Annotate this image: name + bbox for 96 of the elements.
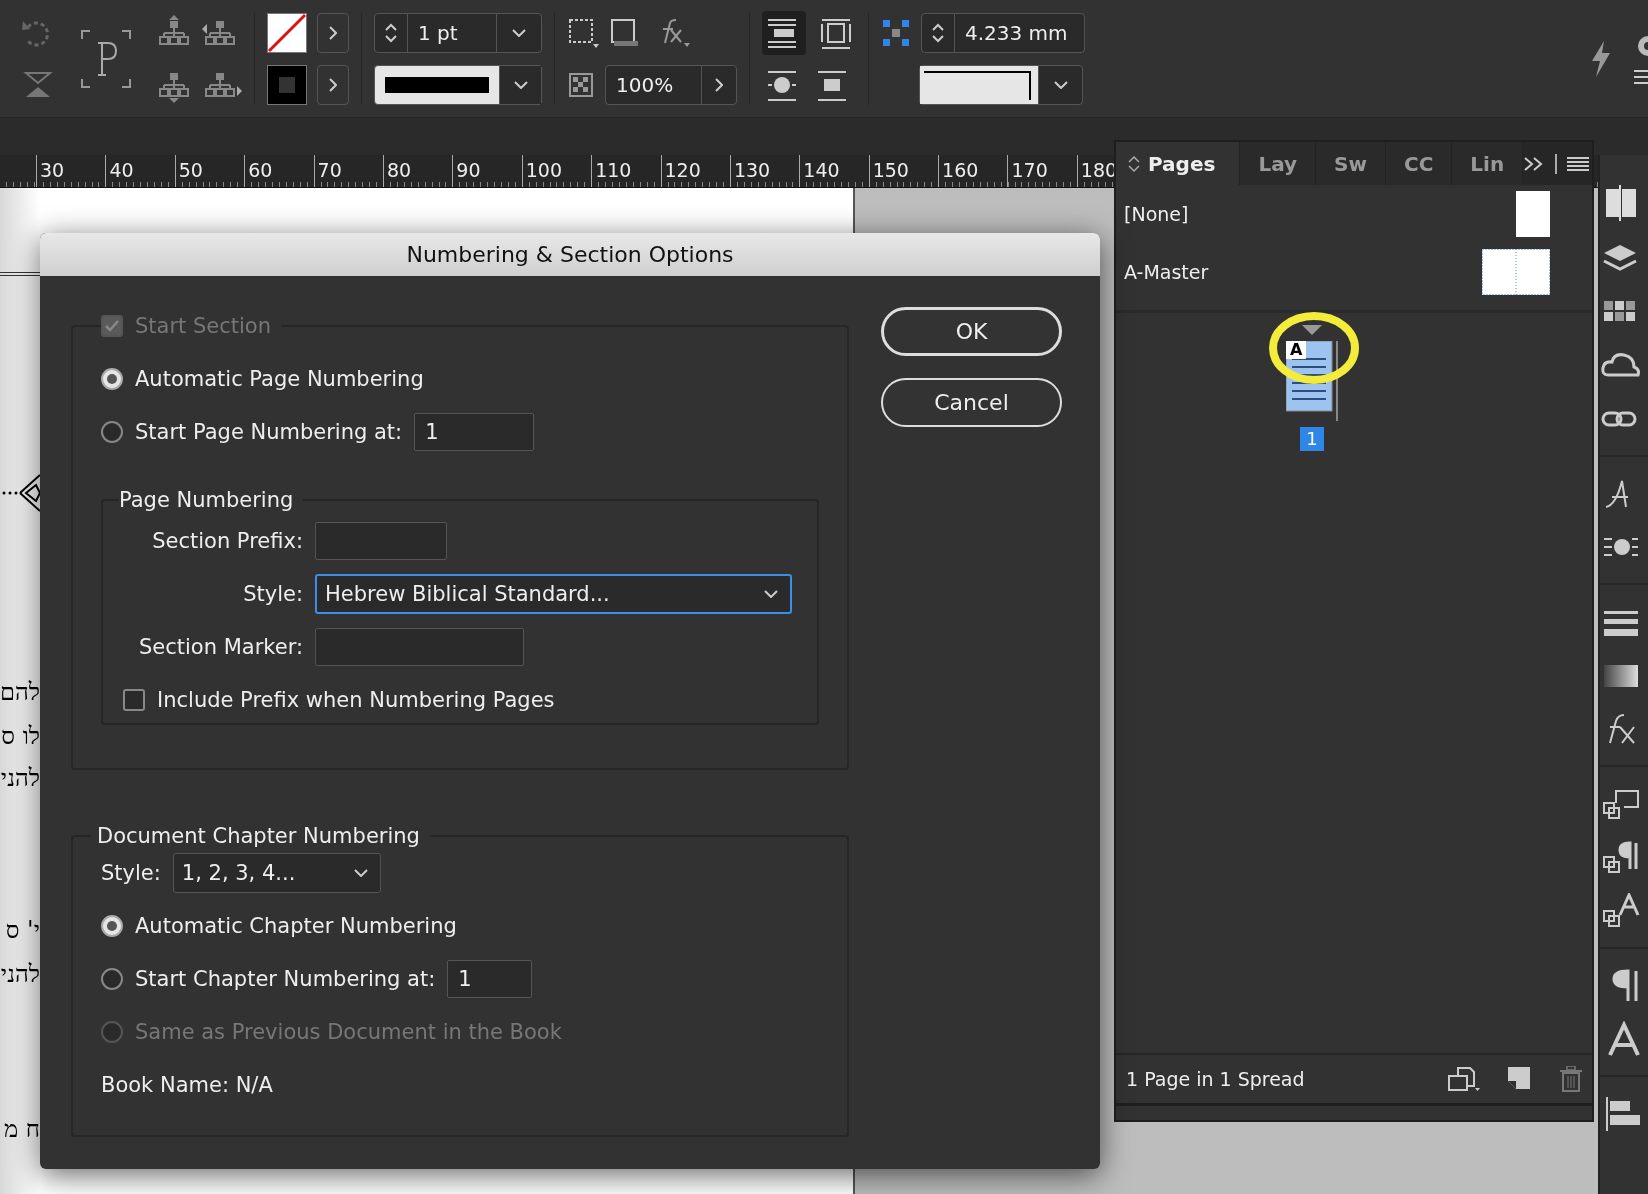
panel-tab[interactable]: CC xyxy=(1385,142,1453,185)
master-name[interactable]: A-Master xyxy=(1124,261,1209,283)
panel-tab[interactable]: Lay xyxy=(1240,142,1317,185)
ruler-label: 90 xyxy=(456,159,481,181)
divider-icon xyxy=(1555,153,1558,174)
book-name-label: Book Name: N/A xyxy=(101,1072,273,1097)
opacity-icon[interactable] xyxy=(567,70,595,99)
field-label: Section Prefix: xyxy=(151,528,303,553)
wrap-bounding-box-icon[interactable] xyxy=(762,10,806,55)
drop-shadow-icon[interactable] xyxy=(609,16,641,49)
spread-marker-icon xyxy=(1302,325,1322,335)
ruler-label: 160 xyxy=(942,159,979,181)
panel-tab[interactable]: Pages xyxy=(1116,142,1241,185)
ruler-label: 110 xyxy=(595,159,632,181)
chevron-icon xyxy=(353,868,368,877)
chapter-style-dropdown[interactable]: 1, 2, 3, 4... xyxy=(172,852,381,893)
checkbox-label: Include Prefix when Numbering Pages xyxy=(157,687,555,712)
radio-label: Automatic Chapter Numbering xyxy=(135,913,457,938)
body-text: לו ס xyxy=(1,722,40,750)
ruler-label: 70 xyxy=(317,159,342,181)
body-text: להם xyxy=(0,678,40,706)
chevron-icon xyxy=(764,589,778,598)
group-title: Page Numbering xyxy=(119,488,294,512)
radio-button[interactable] xyxy=(101,914,123,937)
wrap-contour-dropdown[interactable] xyxy=(919,64,1083,105)
offset-link-icon[interactable] xyxy=(881,17,911,48)
radio-button[interactable] xyxy=(101,420,123,443)
chapter-start-field[interactable]: 1 xyxy=(447,959,533,998)
ruler-label: 40 xyxy=(109,159,134,181)
text-frame-icon[interactable] xyxy=(80,28,132,89)
panel-tab[interactable]: Sw xyxy=(1316,142,1386,185)
radio-label: Start Page Numbering at: xyxy=(135,419,403,444)
section-prefix-field[interactable] xyxy=(315,521,447,560)
body-text: י' ס xyxy=(5,916,40,944)
ok-button[interactable]: OK xyxy=(881,307,1062,356)
panel-tab[interactable]: Lin xyxy=(1452,142,1524,185)
radio-label: Start Chapter Numbering at: xyxy=(135,966,436,991)
page-count-status: 1 Page in 1 Spread xyxy=(1126,1068,1305,1090)
ruler-label: 150 xyxy=(872,159,909,181)
chevron-icon xyxy=(329,25,337,40)
body-text: ח מ xyxy=(3,1115,40,1143)
ruler-label: 100 xyxy=(525,159,562,181)
menu-icon[interactable] xyxy=(1634,68,1648,85)
radio-label: Same as Previous Document in the Book xyxy=(135,1019,562,1044)
ruler-label: 30 xyxy=(40,159,65,181)
delete-icon[interactable] xyxy=(1560,1066,1582,1092)
ornament-icon xyxy=(0,473,40,513)
master-prefix: A xyxy=(1290,341,1303,359)
radio-button[interactable] xyxy=(101,967,123,990)
ruler-label: 140 xyxy=(803,159,840,181)
checkbox-label: Start Section xyxy=(135,314,271,338)
chevron-icon xyxy=(715,77,723,92)
style-dropdown[interactable]: Hebrew Biblical Standard... xyxy=(315,573,792,614)
cancel-button[interactable]: Cancel xyxy=(881,378,1062,427)
sort-icon xyxy=(1128,154,1140,173)
swatch-menu-button[interactable] xyxy=(317,64,349,105)
ruler-label: 80 xyxy=(386,159,412,181)
ruler-label: 60 xyxy=(248,159,273,181)
body-text: להני xyxy=(0,764,40,792)
body-text: להני xyxy=(0,960,40,988)
panel-menu-icon[interactable] xyxy=(1567,155,1590,172)
section-marker-field[interactable] xyxy=(315,627,524,666)
chevron-icon xyxy=(329,77,337,92)
edit-page-size-icon[interactable] xyxy=(1448,1066,1480,1092)
page-number[interactable]: 1 xyxy=(1300,427,1324,451)
radio-button[interactable] xyxy=(101,367,123,390)
new-page-icon[interactable] xyxy=(1508,1067,1532,1091)
fill-swatch-icon[interactable] xyxy=(267,12,307,53)
dialog-title: Numbering & Section Options xyxy=(40,233,1100,276)
field-label: Style: xyxy=(242,581,303,606)
stroke-type-dropdown[interactable] xyxy=(374,64,542,105)
page-thumbnail[interactable] xyxy=(1516,191,1550,237)
checkmark-icon xyxy=(105,320,119,332)
ruler-label: 50 xyxy=(178,159,203,181)
stroke-swatch-icon[interactable] xyxy=(267,64,307,105)
chevron-icon xyxy=(513,80,528,89)
page-start-field[interactable]: 1 xyxy=(414,412,535,451)
field-label: Section Marker: xyxy=(138,634,303,659)
ruler-label: 130 xyxy=(733,159,771,181)
ruler-label: 170 xyxy=(1011,159,1048,181)
chevron-icon xyxy=(1053,80,1068,89)
field-label: Style: xyxy=(101,860,161,885)
radio-label: Automatic Page Numbering xyxy=(135,366,424,391)
swatch-menu-button[interactable] xyxy=(317,12,349,53)
chevron-icon xyxy=(512,28,526,37)
paragraph-styles-icon[interactable] xyxy=(1600,839,1640,875)
stroke-weight-field[interactable]: 1 pt xyxy=(374,12,542,53)
group-title: Document Chapter Numbering xyxy=(97,824,420,848)
wrap-offset-field[interactable]: 4.233 mm xyxy=(921,12,1085,53)
frame-fitting-icon[interactable] xyxy=(567,16,599,49)
master-name[interactable]: [None] xyxy=(1124,203,1189,225)
checkbox[interactable] xyxy=(123,688,145,711)
spread-thumbnail[interactable] xyxy=(1482,249,1550,295)
ruler-label: 120 xyxy=(664,159,701,181)
opacity-field[interactable]: 100% xyxy=(605,64,737,105)
character-icon-styles[interactable] xyxy=(1600,893,1640,929)
